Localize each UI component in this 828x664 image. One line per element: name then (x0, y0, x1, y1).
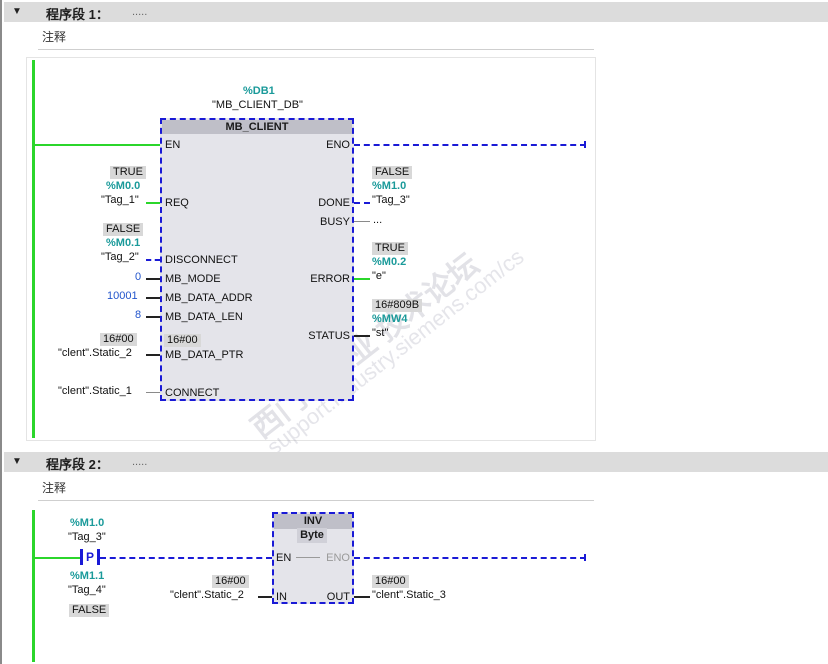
done-address[interactable]: %M1.0 (372, 180, 406, 192)
inv-eno-wire-end (584, 554, 586, 561)
error-tag[interactable]: "e" (372, 270, 386, 282)
pin-en: EN (165, 139, 181, 151)
power-rail-2 (32, 510, 35, 662)
connect-tag[interactable]: "clent".Static_1 (58, 385, 132, 397)
mb-mode-value[interactable]: 0 (135, 271, 141, 283)
done-tag[interactable]: "Tag_3" (372, 194, 410, 206)
connect-wire (146, 392, 160, 393)
pin-error: ERROR (310, 273, 350, 285)
edge-memory-value: FALSE (69, 604, 110, 617)
network-2-header[interactable]: ▼ 程序段 2： ..... (4, 452, 828, 472)
pin-busy: BUSY (320, 216, 350, 228)
contact-to-en-wire (100, 557, 272, 559)
network-1-title-dots[interactable]: ..... (132, 6, 147, 18)
collapse-triangle-icon[interactable]: ▼ (12, 6, 22, 17)
mb-data-ptr-tag[interactable]: "clent".Static_2 (58, 347, 132, 359)
pin-done: DONE (318, 197, 350, 209)
status-value: 16#809B (372, 299, 423, 312)
error-wire (354, 278, 370, 280)
ptr-value-box: 16#00 (164, 334, 201, 347)
contact-tag[interactable]: "Tag_3" (68, 531, 106, 543)
eno-wire (354, 144, 586, 146)
status-tag[interactable]: "st" (372, 327, 388, 339)
edge-memory-tag[interactable]: "Tag_4" (68, 584, 106, 596)
inv-pin-out: OUT (326, 591, 350, 603)
pin-mb-data-len: MB_DATA_LEN (165, 311, 243, 323)
inv-out-value: 16#00 (372, 575, 409, 588)
db-address: %DB1 (243, 85, 275, 97)
mb-data-ptr-value: 16#00 (100, 333, 137, 346)
disconnect-wire (146, 259, 160, 261)
inv-type-box[interactable]: Byte (297, 528, 327, 543)
status-address[interactable]: %MW4 (372, 313, 407, 325)
block-title: MB_CLIENT (162, 120, 352, 134)
req-wire (146, 202, 160, 204)
power-rail-1 (32, 60, 35, 438)
inv-in-wire (258, 596, 272, 598)
pin-connect: CONNECT (165, 387, 220, 399)
edge-memory-address[interactable]: %M1.1 (70, 570, 104, 582)
busy-wire (354, 221, 370, 222)
done-value: FALSE (372, 166, 413, 179)
status-wire (354, 335, 370, 337)
req-tag[interactable]: "Tag_1" (101, 194, 139, 206)
mb-data-len-wire (146, 316, 160, 318)
mb-data-len-value[interactable]: 8 (135, 309, 141, 321)
mb-data-addr-value[interactable]: 10001 (107, 290, 138, 302)
inv-internal-line (296, 557, 320, 558)
network-2-title: 程序段 2： (46, 457, 109, 472)
pin-status: STATUS (308, 330, 350, 342)
pin-mb-mode: MB_MODE (165, 273, 221, 285)
req-value: TRUE (110, 166, 146, 179)
rail-to-contact-wire (35, 557, 80, 559)
inv-in-tag[interactable]: "clent".Static_2 (170, 589, 244, 601)
inv-pin-in: IN (276, 591, 287, 603)
network-1-header[interactable]: ▼ 程序段 1： ..... (4, 2, 828, 22)
inv-out-tag[interactable]: "clent".Static_3 (372, 589, 446, 601)
error-address[interactable]: %M0.2 (372, 256, 406, 268)
disconnect-value: FALSE (103, 223, 144, 236)
busy-tag[interactable]: ... (373, 214, 382, 226)
contact-p-symbol[interactable]: P (86, 550, 94, 564)
inv-out-wire (354, 596, 370, 598)
contact-address[interactable]: %M1.0 (70, 517, 104, 529)
req-address[interactable]: %M0.0 (106, 180, 140, 192)
inv-in-value: 16#00 (212, 575, 249, 588)
mb-data-addr-wire (146, 297, 160, 299)
db-name[interactable]: "MB_CLIENT_DB" (212, 99, 303, 111)
en-wire (35, 144, 161, 146)
inv-block-title: INV (274, 514, 352, 529)
network-2-title-dots[interactable]: ..... (132, 456, 147, 468)
eno-wire-end (584, 141, 586, 148)
disconnect-address[interactable]: %M0.1 (106, 237, 140, 249)
network-1-comment[interactable]: 注释 (42, 28, 66, 45)
collapse-triangle-icon[interactable]: ▼ (12, 456, 22, 467)
pin-mb-data-ptr: MB_DATA_PTR (165, 349, 244, 361)
pin-req: REQ (165, 197, 189, 209)
disconnect-tag[interactable]: "Tag_2" (101, 251, 139, 263)
editor-left-border (0, 0, 2, 664)
pin-mb-data-addr: MB_DATA_ADDR (165, 292, 253, 304)
network-1-title: 程序段 1： (46, 7, 109, 22)
inv-pin-eno: ENO (326, 552, 350, 564)
pin-eno: ENO (326, 139, 350, 151)
inv-eno-wire (354, 557, 586, 559)
mb-mode-wire (146, 278, 160, 280)
mb-data-ptr-wire (146, 354, 160, 356)
contact-left-bar (80, 549, 83, 565)
done-wire (354, 202, 370, 204)
error-value: TRUE (372, 242, 408, 255)
pin-disconnect: DISCONNECT (165, 254, 238, 266)
network-2-comment[interactable]: 注释 (42, 479, 66, 496)
comment-divider (38, 49, 594, 50)
inv-pin-en: EN (276, 552, 292, 564)
comment-divider (38, 500, 594, 501)
